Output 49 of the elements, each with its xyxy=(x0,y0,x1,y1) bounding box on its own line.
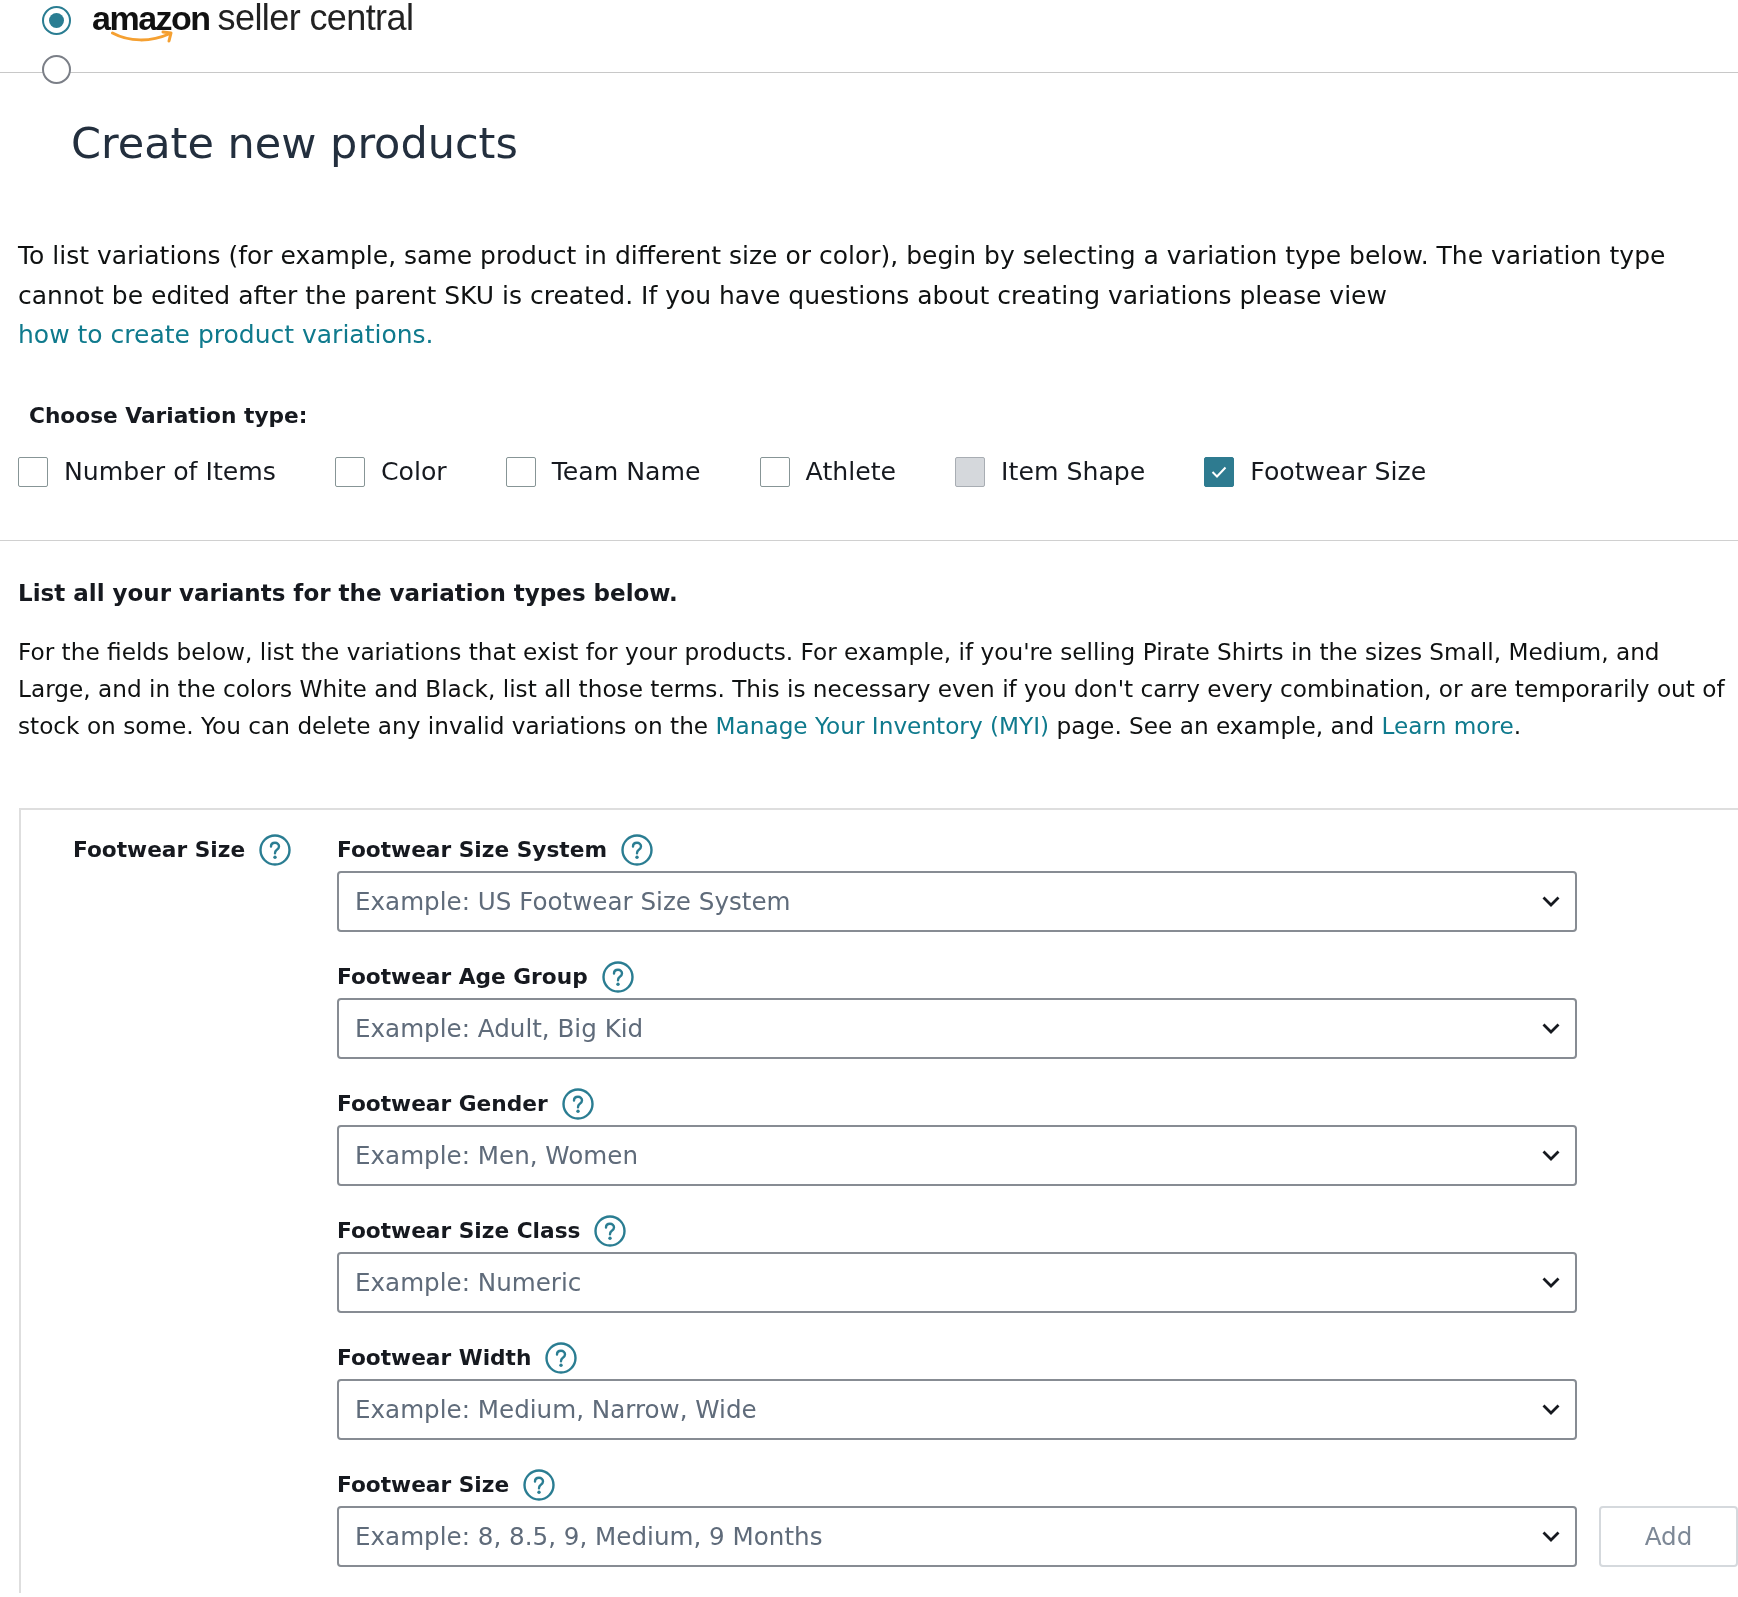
dropdown-field[interactable]: Example: Adult, Big Kid xyxy=(337,997,1577,1059)
checkbox[interactable] xyxy=(18,456,48,487)
chevron-down-icon xyxy=(1542,1403,1560,1415)
checkbox-label[interactable]: Athlete xyxy=(805,456,897,487)
dropdown-field[interactable]: Example: Numeric xyxy=(337,1251,1577,1313)
checkbox-label[interactable]: Color xyxy=(380,456,447,487)
checkmark-icon xyxy=(1211,465,1228,478)
help-icon[interactable] xyxy=(594,1214,627,1247)
chevron-down-icon xyxy=(1542,1276,1560,1288)
help-icon[interactable] xyxy=(545,1341,578,1374)
field-label: Footwear Size xyxy=(337,1470,510,1499)
section-heading: List all your variants for the variation types below. xyxy=(18,578,678,608)
help-icon[interactable] xyxy=(561,1087,594,1120)
text-link[interactable]: Manage Your Inventory (MYI) xyxy=(715,711,1050,739)
variants-description: For the fields below, list the variations that exist for your products. For example, if you're selling Pirate Shirts in the sizes Small, Medium, and Large, and in the colors White and Black, list all those terms. This is necessary even if you don't carry every combination, or are temporarily out of stock on some. You can delete any invalid variations on the Manage Your Inventory (MYI) page. See an example, and Learn more. xyxy=(18,636,1726,741)
chevron-down-icon xyxy=(1542,1149,1560,1161)
text-link[interactable]: how to create product variations. xyxy=(18,320,434,349)
help-icon[interactable] xyxy=(621,833,653,866)
chevron-down-icon xyxy=(1542,895,1560,907)
help-icon[interactable] xyxy=(523,1468,556,1501)
checkbox-label[interactable]: Number of Items xyxy=(64,456,276,487)
chevron-down-icon xyxy=(1542,1530,1560,1542)
checkbox-label[interactable]: Team Name xyxy=(551,456,701,487)
dropdown-field[interactable]: Example: US Footwear Size System xyxy=(337,870,1577,932)
panel-title: Footwear Size xyxy=(73,835,246,864)
checkbox[interactable] xyxy=(505,456,536,487)
checkbox-label[interactable]: Footwear Size xyxy=(1250,456,1427,487)
logo-product-text: seller central xyxy=(217,0,414,36)
dropdown-field[interactable]: Example: 8, 8.5, 9, Medium, 9 Months xyxy=(337,1505,1577,1567)
field-label: Footwear Size Class xyxy=(337,1216,581,1245)
checkbox[interactable] xyxy=(1204,456,1235,487)
radio-button[interactable] xyxy=(42,55,71,84)
logo-brand-text: amazon xyxy=(92,0,210,36)
intro-text: To list variations (for example, same product in different size or color), begin by selecting a variation type below. The variation type cannot be edited after the parent SKU is created. If you have questions about creating variations please view how to create product variations. xyxy=(18,240,1667,351)
help-icon[interactable] xyxy=(601,960,634,993)
checkbox[interactable] xyxy=(334,456,365,487)
radio-button[interactable] xyxy=(42,6,71,35)
chevron-down-icon xyxy=(1542,1022,1560,1034)
field-label: Footwear Size System xyxy=(337,835,607,864)
page-title: Create new products xyxy=(71,118,518,169)
dropdown-field[interactable]: Example: Men, Women xyxy=(337,1124,1577,1186)
field-label: Footwear Age Group xyxy=(337,962,588,991)
help-icon[interactable] xyxy=(259,833,292,866)
checkbox[interactable] xyxy=(759,456,790,487)
dropdown-field[interactable]: Example: Medium, Narrow, Wide xyxy=(337,1378,1577,1440)
field-label: Footwear Width xyxy=(337,1343,532,1372)
text-link[interactable]: Learn more xyxy=(1381,711,1514,739)
section-heading: Choose Variation type: xyxy=(29,401,308,430)
field-label: Footwear Gender xyxy=(337,1089,548,1118)
